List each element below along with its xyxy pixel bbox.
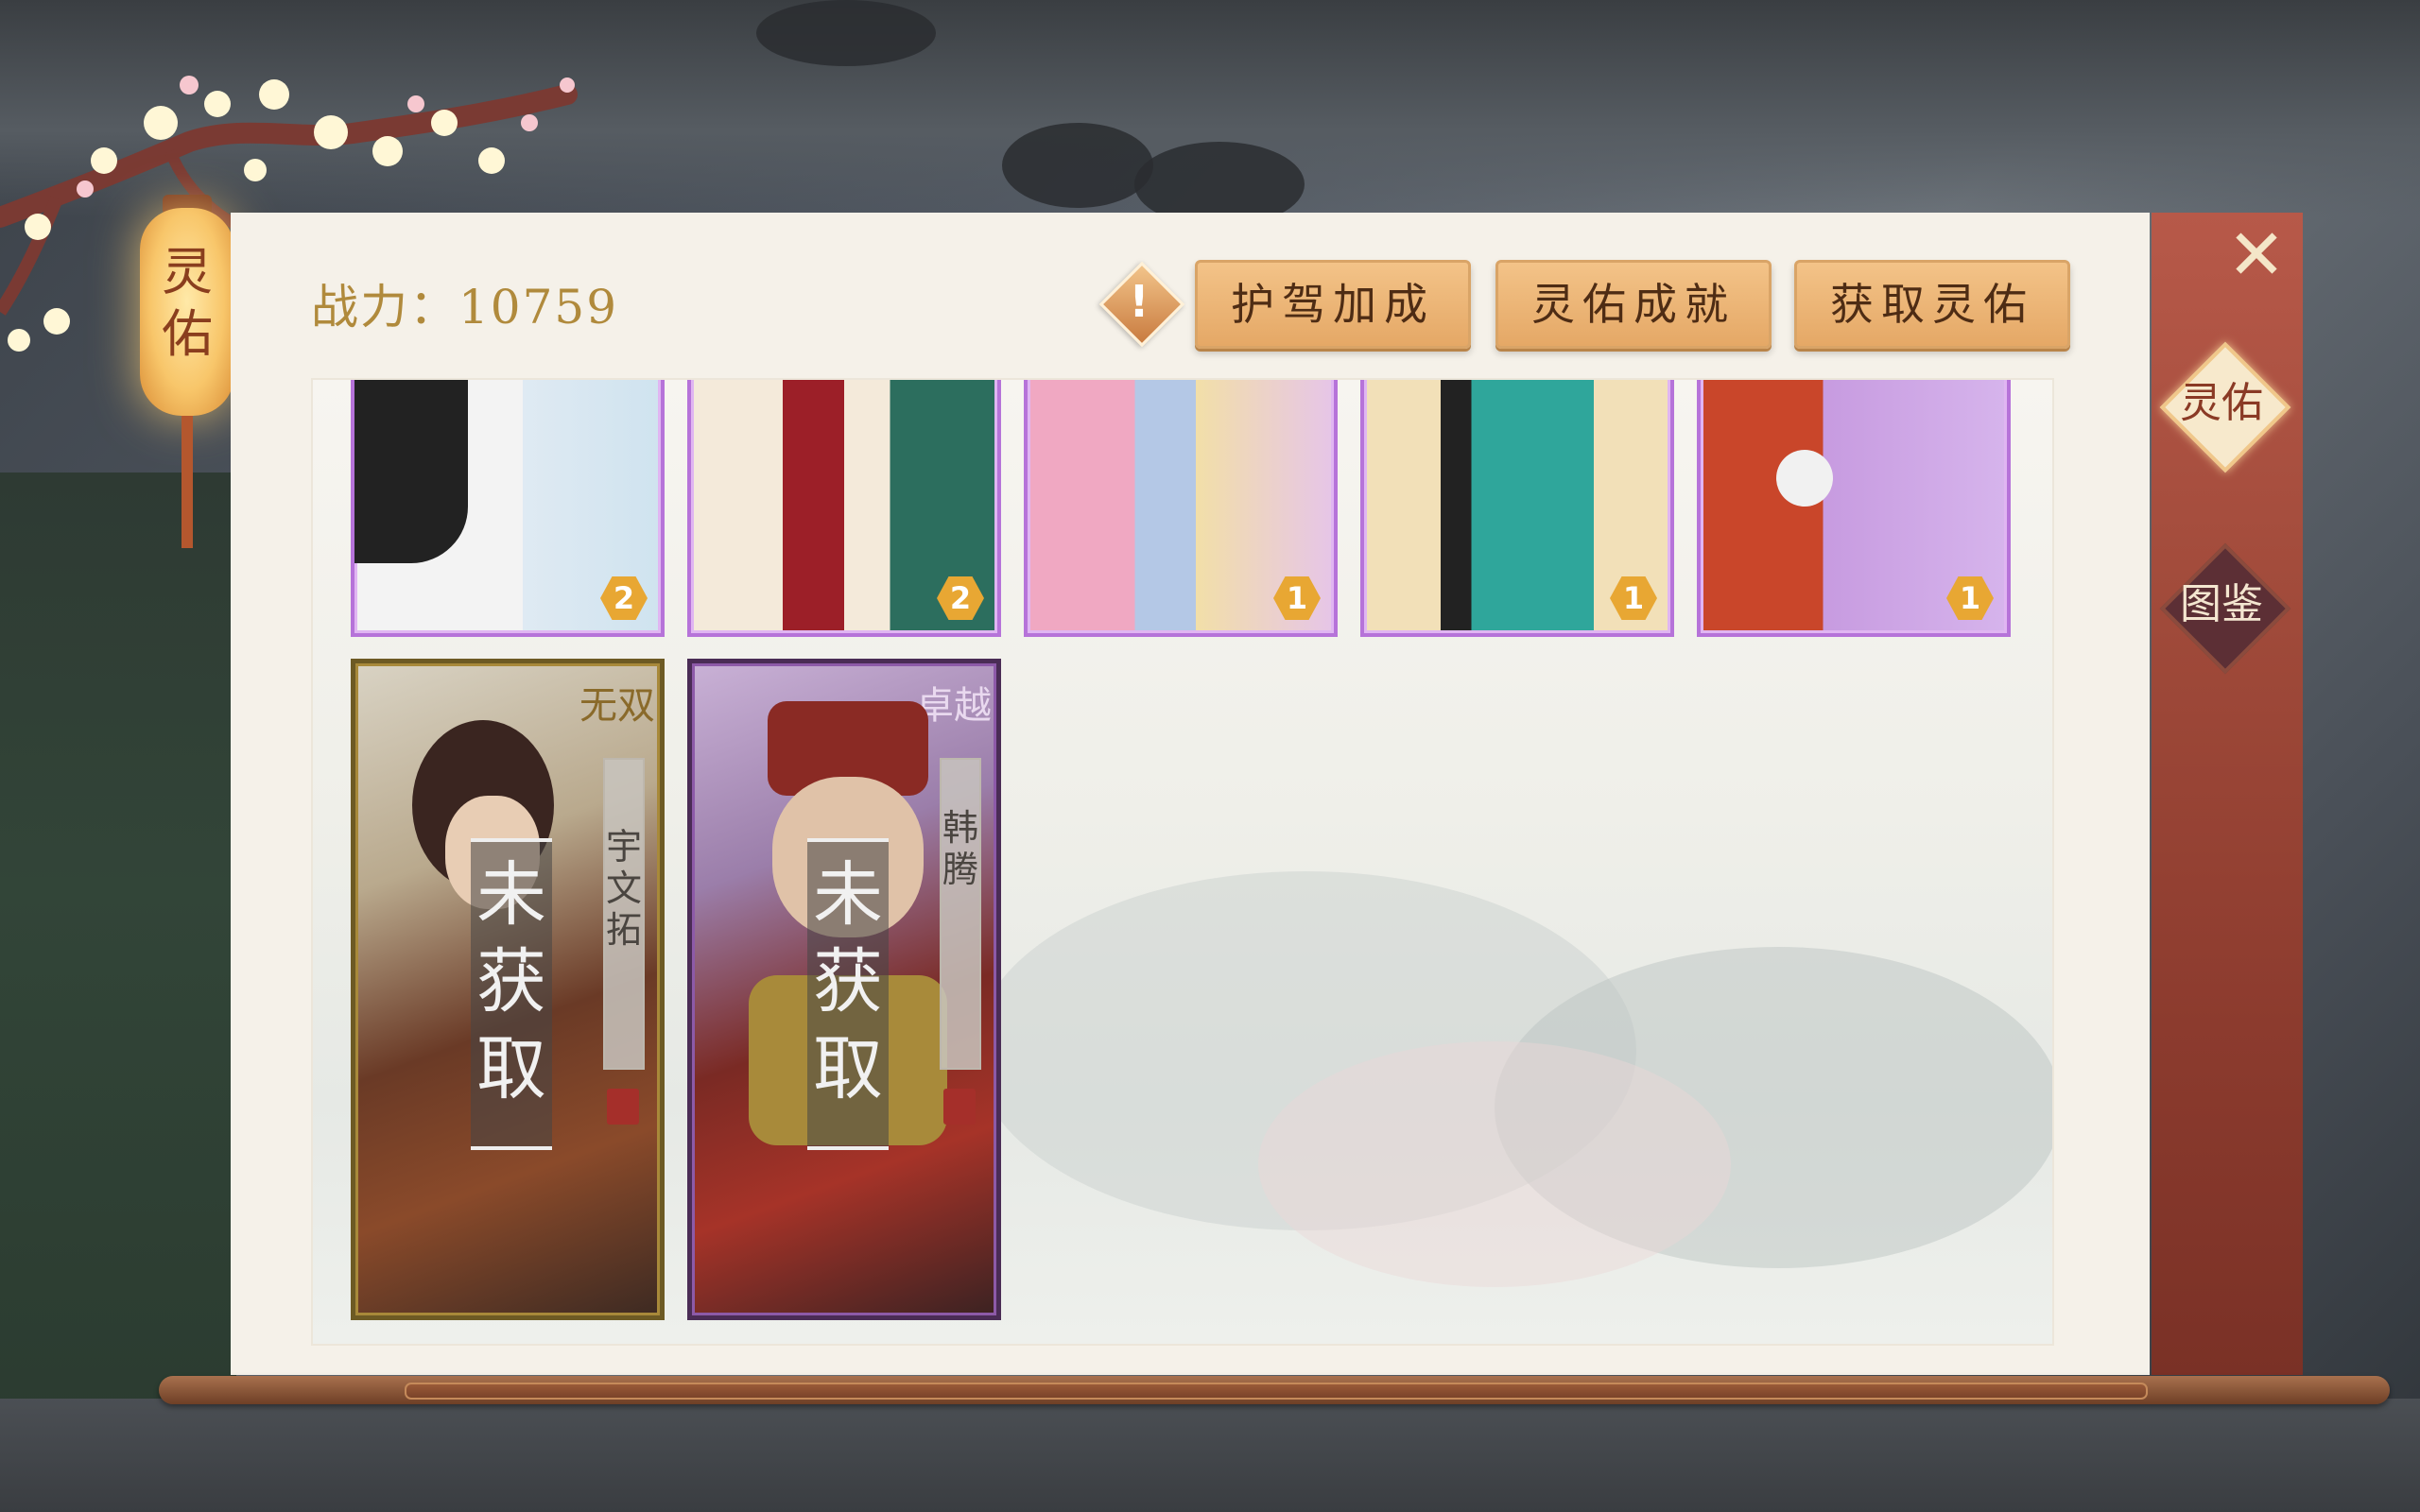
scroll-rod-decoration [159,1376,2390,1404]
title-lantern: 灵佑 [140,189,234,548]
red-seal [943,1089,976,1125]
escort-bonus-button[interactable]: 护驾加成 [1195,260,1471,349]
combat-power-value: 10759 [458,280,619,335]
card-level: 1 [1286,580,1308,616]
spirit-card-locked[interactable]: 卓越 韩腾 未获取 [687,659,1001,1320]
main-panel: 战力：10759 ! 护驾加成 灵佑成就 获取灵佑 2 2 1 1 1 无双 宇… [231,213,2150,1375]
card-level-badge: 1 [1610,576,1657,620]
card-level: 2 [949,580,972,616]
spirit-card[interactable]: 2 [351,380,665,637]
panel-header: 战力：10759 ! 护驾加成 灵佑成就 获取灵佑 [231,213,2150,373]
exclamation-icon: ! [1129,276,1150,327]
card-art [354,380,468,563]
card-level: 1 [1959,580,1981,616]
spirit-card[interactable]: 1 [1024,380,1338,637]
close-icon[interactable]: ✕ [2223,220,2290,290]
spirit-card[interactable]: 1 [1360,380,1674,637]
spirit-card[interactable]: 2 [687,380,1001,637]
tab-collection[interactable]: 图鉴 [2159,542,2291,675]
card-level-badge: 2 [600,576,648,620]
card-level-badge: 1 [1273,576,1321,620]
spirit-achievement-button[interactable]: 灵佑成就 [1495,260,1772,349]
red-seal [607,1089,639,1125]
unobtained-label: 未获取 [807,838,889,1150]
lantern-tassel [182,416,193,548]
character-name: 韩腾 [940,758,981,1070]
spirit-card-locked[interactable]: 无双 宇文拓 未获取 [351,659,665,1320]
obtain-spirit-button[interactable]: 获取灵佑 [1794,260,2070,349]
tab-spirit[interactable]: 灵佑 [2159,341,2291,473]
background-pot [756,0,936,66]
combat-power: 战力：10759 [311,269,618,337]
rarity-badge: 无双 [579,684,655,728]
info-button[interactable]: ! [1098,261,1185,348]
card-level: 2 [613,580,635,616]
card-level-badge: 2 [937,576,984,620]
tab-spirit-label: 灵佑 [2180,379,2263,427]
lantern-title: 灵佑 [162,242,213,364]
combat-power-label: 战力： [311,280,458,335]
spirit-card[interactable]: 1 [1697,380,2011,637]
character-name: 宇文拓 [603,758,645,1070]
scroll-rod-inner [405,1383,2148,1400]
tab-collection-label: 图鉴 [2180,580,2263,628]
background-mountain [1258,1041,1731,1287]
unobtained-label: 未获取 [471,838,552,1150]
card-level: 1 [1622,580,1645,616]
card-level-badge: 1 [1946,576,1994,620]
spirit-card-grid[interactable]: 2 2 1 1 1 无双 宇文拓 未获取 卓越 韩腾 未获取 [311,378,2054,1346]
background-floor [0,1399,2420,1512]
background-pot [1002,123,1153,208]
skull-art [1776,450,1833,507]
background-left-structure [0,472,236,1512]
